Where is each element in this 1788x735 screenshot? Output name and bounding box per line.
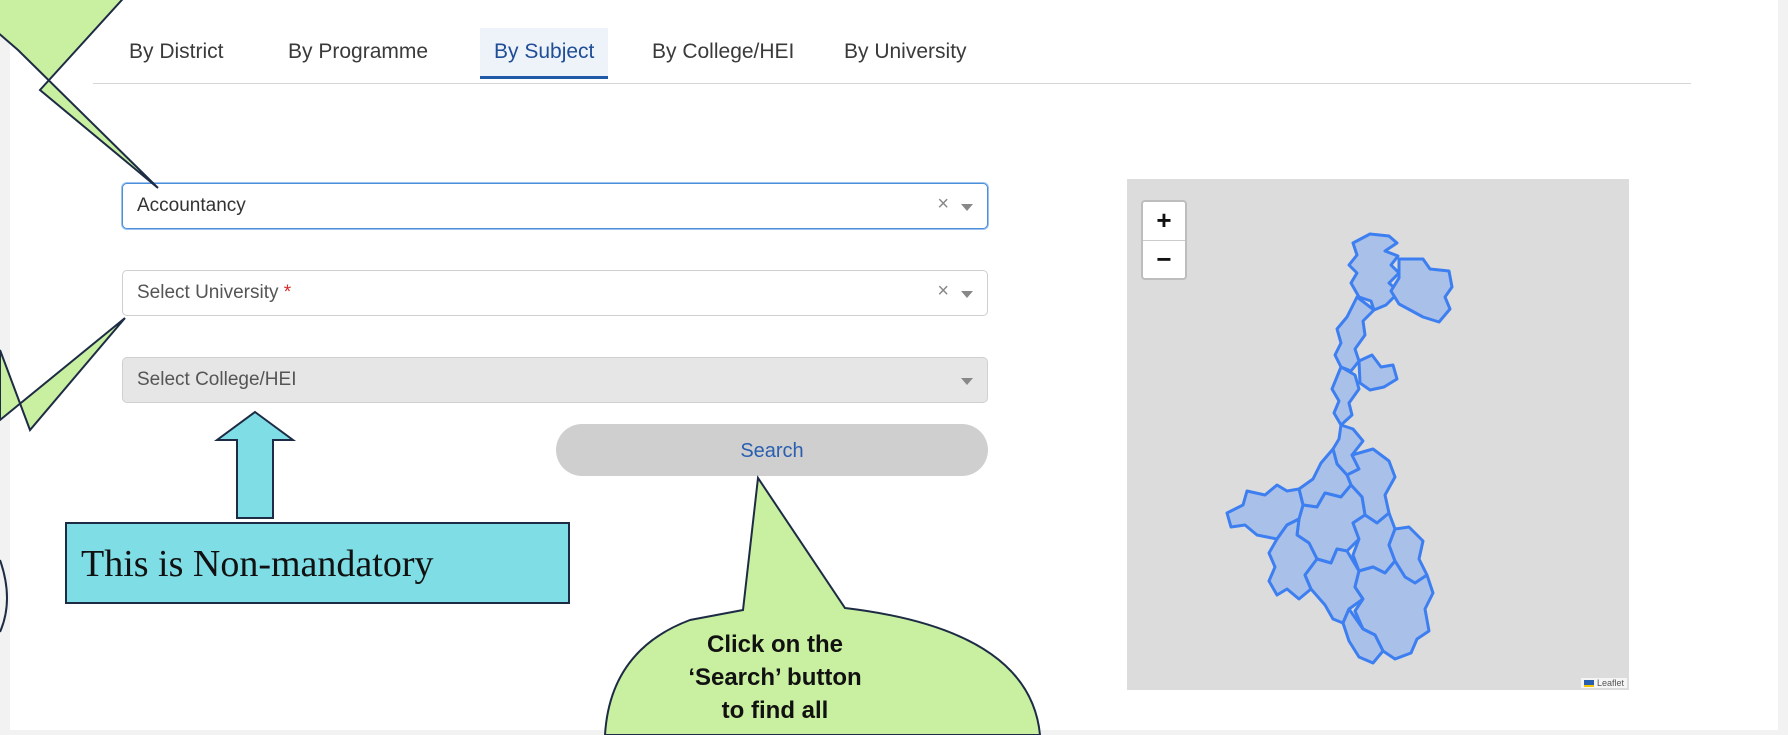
university-chevron-down-icon[interactable]: [961, 291, 973, 298]
search-instruction-callout: Click on the ‘Search’ button to find all: [660, 628, 890, 727]
district-map[interactable]: + − Leaflet: [1127, 179, 1629, 690]
university-select[interactable]: Select University * ×: [122, 270, 988, 316]
subject-clear-icon[interactable]: ×: [937, 193, 949, 216]
callout-line: Click on the: [706, 631, 844, 658]
left-bubble-edge: [0, 559, 8, 633]
college-select[interactable]: Select College/HEI: [122, 357, 988, 403]
callout-line: to find all: [721, 697, 829, 724]
zoom-in-button[interactable]: +: [1143, 202, 1185, 241]
ukraine-flag-icon: [1583, 680, 1594, 688]
zoom-control: + −: [1141, 200, 1187, 280]
tab-by-programme[interactable]: By Programme: [274, 28, 442, 76]
subject-select[interactable]: Accountancy ×: [122, 183, 988, 229]
tab-by-college-hei[interactable]: By College/HEI: [638, 28, 808, 76]
search-button[interactable]: Search: [556, 424, 988, 476]
west-bengal-districts-shape: [1225, 232, 1454, 665]
subject-select-value: Accountancy: [137, 195, 246, 216]
college-select-placeholder: Select College/HEI: [137, 369, 297, 390]
required-asterisk: *: [283, 282, 292, 303]
tab-bar: By District By Programme By Subject By C…: [93, 0, 1691, 84]
university-select-placeholder: Select University *: [137, 282, 292, 303]
tab-by-university[interactable]: By University: [830, 28, 981, 76]
attribution-text: Leaflet: [1596, 678, 1624, 688]
tab-by-subject[interactable]: By Subject: [480, 28, 609, 79]
non-mandatory-note: This is Non-mandatory: [65, 522, 570, 604]
college-chevron-down-icon[interactable]: [961, 378, 973, 385]
leaflet-attribution[interactable]: Leaflet: [1580, 678, 1627, 688]
subject-chevron-down-icon[interactable]: [961, 204, 973, 211]
tab-by-district[interactable]: By District: [115, 28, 238, 76]
zoom-out-button[interactable]: −: [1143, 241, 1185, 279]
callout-line: ‘Search’ button: [688, 664, 862, 691]
university-clear-icon[interactable]: ×: [937, 280, 949, 303]
non-mandatory-note-text: This is Non-mandatory: [81, 543, 434, 585]
